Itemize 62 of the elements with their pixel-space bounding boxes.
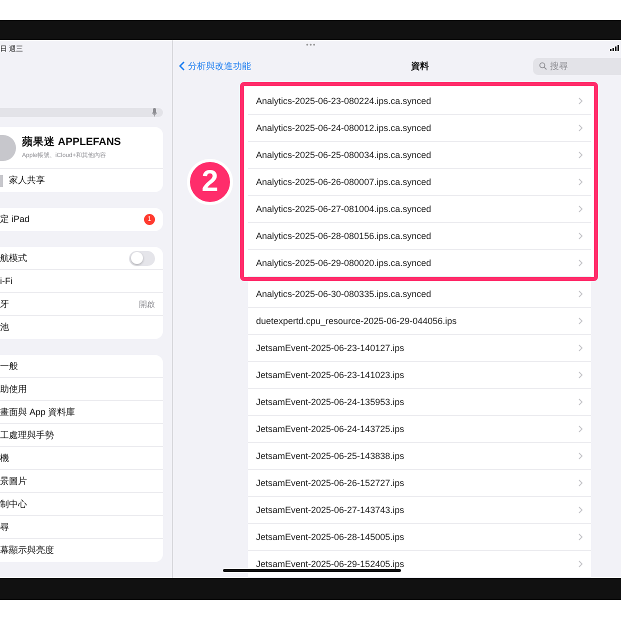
file-row[interactable]: JetsamEvent-2025-06-28-145005.ips [248,524,591,551]
settings-item[interactable]: 景圖片 [0,474,27,488]
back-link[interactable]: 分析與改進功能 [179,60,251,73]
chevron-icon [578,506,583,514]
chevron-icon [578,290,583,298]
chevron-icon [578,151,583,159]
chevron-icon [578,452,583,460]
chevron-icon [578,124,583,132]
file-row[interactable]: JetsamEvent-2025-06-23-140127.ips [248,335,591,362]
chevron-icon [578,398,583,406]
avatar [0,134,16,160]
file-row[interactable]: JetsamEvent-2025-06-26-152727.ips [248,470,591,497]
chevron-icon [578,317,583,325]
settings-item[interactable]: 工處理與手勢 [0,428,54,442]
file-row[interactable]: JetsamEvent-2025-06-24-143725.ips [248,416,591,443]
settings-item[interactable]: 牙 [0,298,9,310]
search-field[interactable] [0,108,163,117]
microphone-icon[interactable] [152,108,157,117]
chevron-icon [578,344,583,352]
chevron-icon [578,259,583,267]
signal-icon [610,45,619,51]
file-row[interactable]: JetsamEvent-2025-06-24-135953.ips [248,389,591,416]
settings-item[interactable]: 助使用 [0,382,27,396]
settings-item[interactable]: 幕顯示與亮度 [0,544,54,557]
file-row[interactable]: Analytics-2025-06-28-080156.ips.ca.synced [248,223,591,250]
page-title: 資料 [411,60,429,73]
search-icon [539,62,547,70]
chevron-icon [578,560,583,568]
file-row[interactable]: Analytics-2025-06-27-081004.ips.ca.synced [248,196,591,223]
chevron-icon [578,205,583,213]
file-row[interactable]: JetsamEvent-2025-06-27-143743.ips [248,497,591,524]
chevron-icon [578,425,583,433]
file-row[interactable]: Analytics-2025-06-24-080012.ips.ca.synced [248,115,591,142]
file-row[interactable]: Analytics-2025-06-30-080335.ips.ca.synced [248,281,591,308]
settings-item[interactable]: 池 [0,321,9,334]
settings-value: 開啟 [139,298,155,310]
settings-item[interactable]: 尋 [0,520,9,534]
file-row[interactable]: Analytics-2025-06-29-080020.ips.ca.synced [248,250,591,277]
chevron-icon [578,97,583,105]
settings-item[interactable]: 機 [0,452,9,464]
file-row[interactable]: Analytics-2025-06-23-080224.ips.ca.synced [248,88,591,115]
file-row[interactable]: Analytics-2025-06-26-080007.ips.ca.synced [248,169,591,196]
family-sharing-item[interactable]: 家人共享 [9,174,45,187]
chevron-icon [578,371,583,379]
chevron-icon [578,533,583,541]
chevron-icon [578,479,583,487]
settings-item[interactable]: 定 iPad [0,213,30,226]
account-name[interactable]: 蘋果迷 APPLEFANS [22,135,121,149]
back-chevron-icon [179,61,185,72]
file-row[interactable]: JetsamEvent-2025-06-25-143838.ips [248,443,591,470]
file-row[interactable]: Analytics-2025-06-25-080034.ips.ca.synced [248,142,591,169]
chevron-icon [578,232,583,240]
settings-item[interactable]: 航模式 [0,252,27,264]
settings-item[interactable]: 制中心 [0,498,27,510]
toggle-switch[interactable] [129,250,155,266]
settings-item[interactable]: 畫面與 App 資料庫 [0,406,76,418]
settings-item[interactable]: i-Fi [0,276,12,286]
file-row[interactable]: JetsamEvent-2025-06-23-141023.ips [248,362,591,389]
settings-item[interactable]: 一般 [0,360,18,372]
chevron-icon [578,178,583,186]
file-row[interactable]: duetexpertd.cpu_resource-2025-06-29-044056.ips [248,308,591,335]
step-number: 2 [187,158,233,204]
